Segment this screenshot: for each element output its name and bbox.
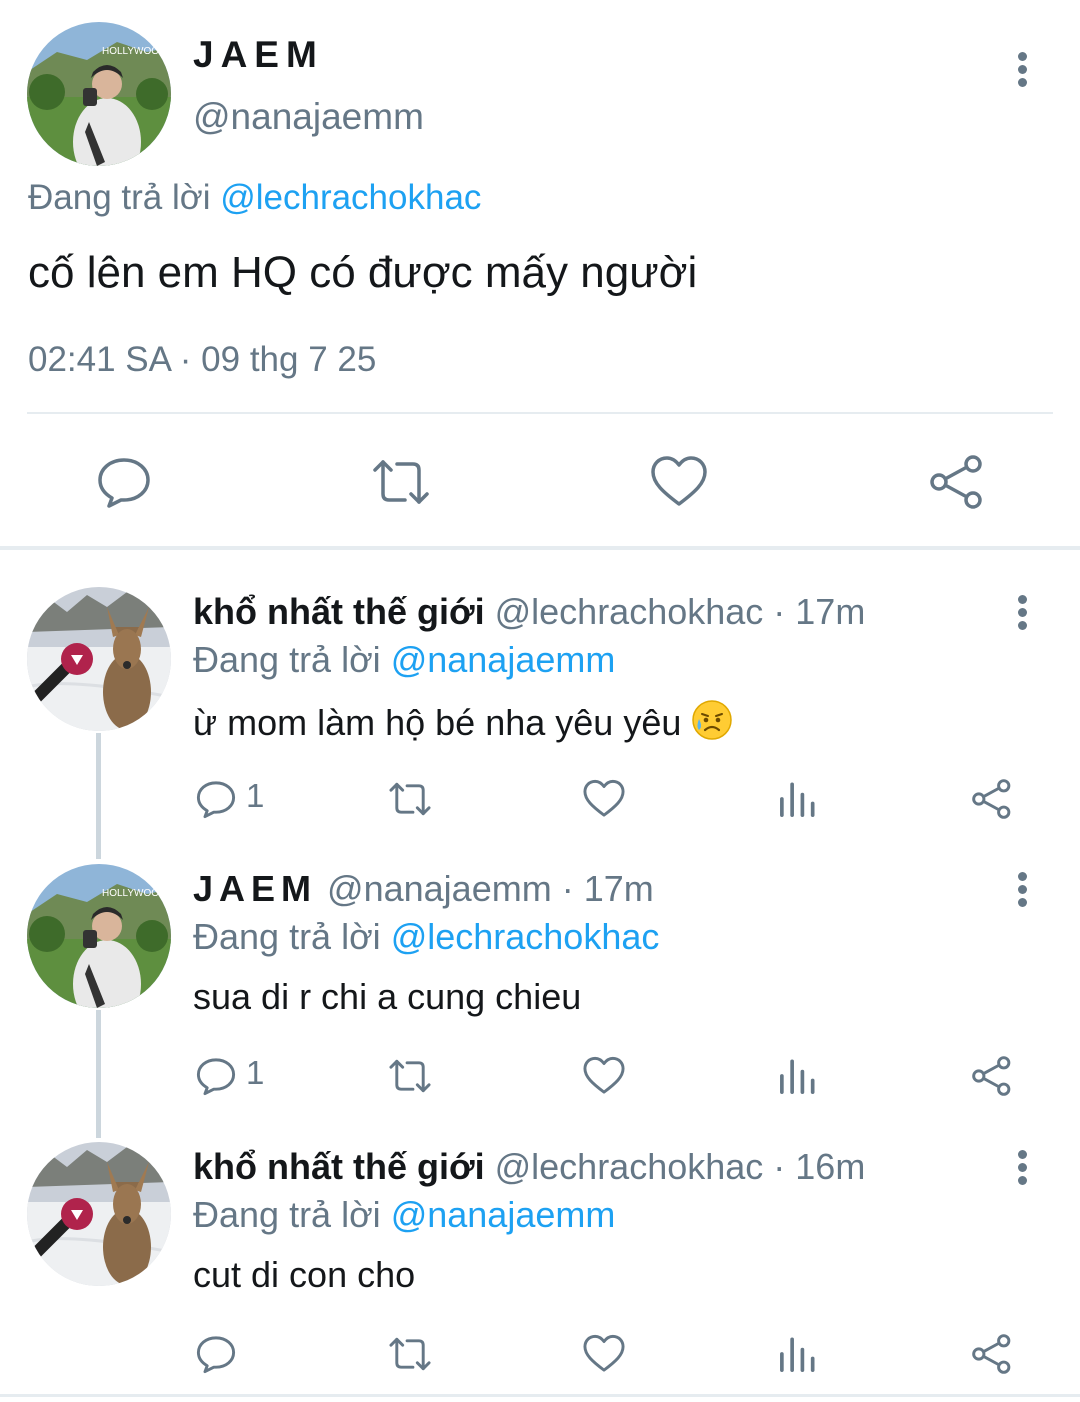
reply-icon[interactable] (194, 777, 238, 821)
avatar-photo-icon: HOLLYWOOD (27, 864, 171, 1008)
svg-text:HOLLYWOOD: HOLLYWOOD (102, 46, 166, 57)
replying-to: Đang trả lời @lechrachokhac (193, 916, 659, 958)
avatar-deer-icon (27, 1142, 171, 1286)
author-handle[interactable]: @nanajaemm (193, 96, 424, 138)
avatar-jaem[interactable]: HOLLYWOOD (27, 22, 171, 166)
replying-to: Đang trả lời @nanajaemm (193, 639, 615, 681)
tweet-text: cố lên em HQ có được mấy người (28, 248, 698, 297)
divider (27, 412, 1053, 414)
like-icon[interactable] (582, 1054, 626, 1098)
bottom-divider (0, 1394, 1080, 1397)
replying-label: Đang trả lời (193, 1194, 391, 1235)
more-options-icon[interactable] (1014, 1150, 1030, 1190)
replying-to: Đang trả lời @nanajaemm (193, 1194, 615, 1236)
reply-text-content: ừ mom làm hộ bé nha yêu yêu (193, 702, 692, 743)
retweet-icon[interactable] (371, 452, 431, 512)
author-name[interactable]: JAEM (193, 34, 324, 76)
thread-line (96, 733, 101, 859)
replying-mention-link[interactable]: @lechrachokhac (220, 178, 481, 217)
retweet-icon[interactable] (388, 1332, 432, 1376)
avatar-photo-icon: HOLLYWOOD (27, 22, 171, 166)
reply-icon[interactable] (94, 452, 154, 512)
reply-time: · 17m (551, 868, 654, 909)
reply-time: · 16m (763, 1146, 866, 1187)
share-icon[interactable] (970, 777, 1014, 821)
replying-mention-link[interactable]: @nanajaemm (391, 639, 616, 680)
avatar-lechrachokhac[interactable] (27, 1142, 171, 1286)
avatar-lechrachokhac[interactable] (27, 587, 171, 731)
sad-but-relieved-face-icon (692, 700, 733, 740)
share-icon[interactable] (927, 452, 987, 512)
reply-text: ừ mom làm hộ bé nha yêu yêu (193, 699, 733, 744)
reply-text: sua di r chi a cung chieu (193, 976, 582, 1017)
share-icon[interactable] (970, 1054, 1014, 1098)
reply-author-handle[interactable]: @nanajaemm (327, 868, 552, 909)
replying-label: Đang trả lời (28, 178, 221, 217)
replying-label: Đang trả lời (193, 639, 391, 680)
analytics-icon[interactable] (776, 1332, 820, 1376)
reply-header: khổ nhất thế giới @lechrachokhac · 17m (193, 591, 865, 633)
reply-icon[interactable] (194, 1332, 238, 1376)
replying-label: Đang trả lời (193, 916, 391, 957)
analytics-icon[interactable] (776, 1054, 820, 1098)
reply-author-handle[interactable]: @lechrachokhac (495, 591, 764, 632)
reply-author-name[interactable]: khổ nhất thế giới (193, 591, 485, 632)
like-icon[interactable] (649, 452, 709, 512)
reply-count: 1 (246, 777, 265, 814)
svg-text:HOLLYWOOD: HOLLYWOOD (102, 888, 166, 899)
reply-time: · 17m (763, 591, 866, 632)
more-options-icon[interactable] (1014, 872, 1030, 912)
like-icon[interactable] (582, 777, 626, 821)
replying-mention-link[interactable]: @nanajaemm (391, 1194, 616, 1235)
avatar-deer-icon (27, 587, 171, 731)
retweet-icon[interactable] (388, 777, 432, 821)
tweet-timestamp: 02:41 SA · 09 thg 7 25 (28, 340, 377, 379)
retweet-icon[interactable] (388, 1054, 432, 1098)
reply-count: 1 (246, 1054, 265, 1091)
reply-header: khổ nhất thế giới @lechrachokhac · 16m (193, 1146, 865, 1188)
reply-icon[interactable] (194, 1054, 238, 1098)
reply-header: JAEM @nanajaemm · 17m (193, 868, 654, 910)
more-options-icon[interactable] (1014, 595, 1030, 635)
more-options-icon[interactable] (1014, 52, 1030, 92)
reply-author-handle[interactable]: @lechrachokhac (495, 1146, 764, 1187)
replying-to: Đang trả lời @lechrachokhac (28, 178, 481, 218)
like-icon[interactable] (582, 1332, 626, 1376)
reply-author-name[interactable]: khổ nhất thế giới (193, 1146, 485, 1187)
reply-author-name[interactable]: JAEM (193, 868, 317, 909)
thread-line (96, 1010, 101, 1138)
main-tweet: HOLLYWOOD JAEM @nanajaemm Đang trả lời @… (0, 0, 1080, 548)
share-icon[interactable] (970, 1332, 1014, 1376)
analytics-icon[interactable] (776, 777, 820, 821)
reply-text: cut di con cho (193, 1254, 416, 1295)
replying-mention-link[interactable]: @lechrachokhac (391, 916, 660, 957)
section-separator (0, 546, 1080, 550)
avatar-jaem[interactable]: HOLLYWOOD (27, 864, 171, 1008)
